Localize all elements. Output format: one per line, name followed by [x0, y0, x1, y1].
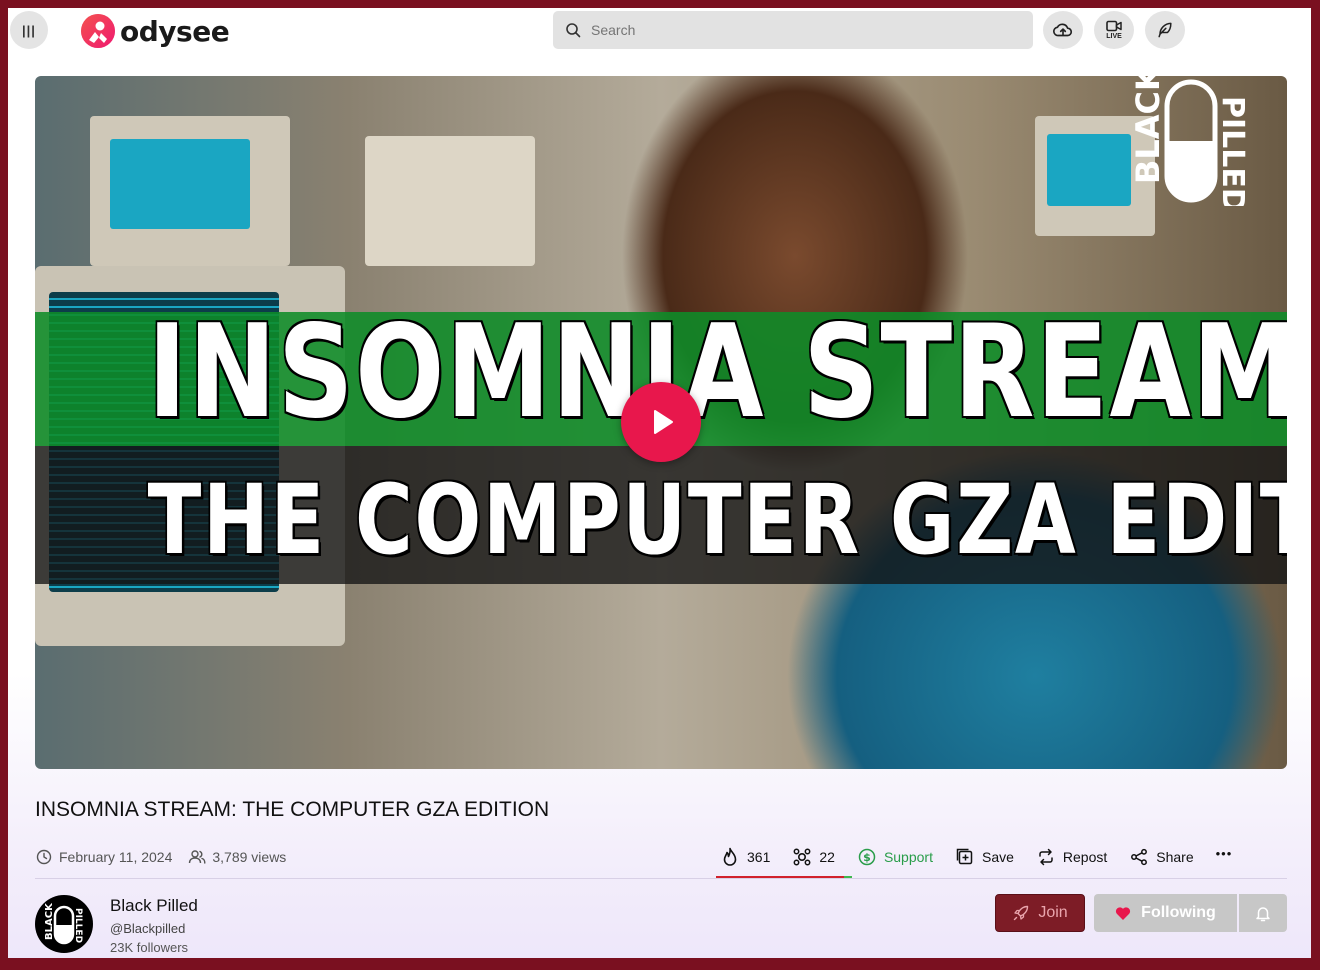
repost-label: Repost [1062, 849, 1108, 865]
view-count: 3,789 views [212, 849, 287, 865]
following-button[interactable]: Following [1094, 894, 1237, 932]
video-player[interactable]: INSOMNIA STREAM THE COMPUTER GZA EDITION… [35, 76, 1287, 769]
dollar-circle-icon: $ [857, 847, 877, 867]
share-icon [1129, 847, 1149, 867]
watermark-left-text: BLACK [1129, 76, 1167, 184]
logo-text: odysee [120, 14, 230, 48]
upload-button[interactable] [1043, 11, 1083, 49]
share-button[interactable]: Share [1129, 847, 1194, 867]
bell-icon [1256, 906, 1270, 921]
upload-cloud-icon [1053, 23, 1073, 37]
background-monitor [90, 116, 290, 266]
publish-post-button[interactable] [1145, 11, 1185, 49]
fire-count: 361 [747, 849, 771, 865]
join-button[interactable]: Join [995, 894, 1085, 932]
publish-date: February 11, 2024 [59, 849, 173, 865]
background-monitor [365, 136, 535, 266]
search-bar[interactable] [553, 11, 1033, 49]
clock-icon [35, 848, 53, 866]
black-pilled-avatar-icon: BLACK PILLED [44, 902, 83, 945]
video-camera-icon [1106, 20, 1122, 32]
repost-icon [1036, 847, 1056, 867]
join-label: Join [1038, 904, 1068, 921]
odysee-logo[interactable]: odysee [80, 11, 230, 51]
app-frame: ||| odysee LIVE [8, 8, 1311, 958]
avatar-right-text: PILLED [73, 908, 83, 943]
slime-icon [792, 847, 812, 867]
search-input[interactable] [589, 21, 1013, 39]
action-bar: 361 22 $ Support Save Repost Share ••• [720, 846, 1232, 868]
repost-button[interactable]: Repost [1036, 847, 1107, 867]
more-options-icon: ••• [1215, 845, 1233, 861]
add-to-playlist-icon [955, 847, 975, 867]
thumbnail-title-line2: THE COMPUTER GZA EDITION [147, 464, 1287, 576]
fire-reaction-button[interactable]: 361 [720, 847, 770, 867]
svg-text:$: $ [863, 851, 871, 864]
slime-reaction-button[interactable]: 22 [792, 847, 835, 867]
divider [35, 878, 1287, 879]
fire-icon [720, 847, 740, 867]
more-options-button[interactable]: ••• [1216, 846, 1233, 865]
watermark-right-text: PILLED [1215, 96, 1250, 206]
slime-count: 22 [819, 849, 835, 865]
support-label: Support [883, 849, 933, 865]
play-button[interactable] [621, 382, 701, 462]
channel-avatar[interactable]: BLACK PILLED [35, 895, 93, 953]
feather-pen-icon [1158, 22, 1172, 38]
share-label: Share [1156, 849, 1194, 865]
following-label: Following [1141, 904, 1216, 921]
heart-icon [1115, 906, 1131, 921]
black-pilled-watermark: BLACK PILLED [1129, 76, 1250, 206]
live-label: LIVE [1106, 33, 1122, 40]
save-label: Save [981, 849, 1014, 865]
video-meta: February 11, 2024 3,789 views [35, 848, 302, 866]
support-button[interactable]: $ Support [857, 847, 933, 867]
menu-button[interactable]: ||| [10, 11, 48, 49]
menu-icon: ||| [22, 22, 36, 38]
save-button[interactable]: Save [955, 847, 1014, 867]
users-icon [188, 848, 206, 866]
notifications-button[interactable] [1239, 894, 1287, 932]
play-icon [654, 410, 673, 434]
odysee-logo-icon [81, 14, 115, 48]
search-icon [563, 20, 583, 40]
video-title: INSOMNIA STREAM: THE COMPUTER GZA EDITIO… [35, 798, 550, 821]
channel-name[interactable]: Black Pilled [110, 896, 198, 916]
avatar-left-text: BLACK [44, 902, 55, 940]
rocket-icon [1012, 904, 1030, 922]
channel-handle[interactable]: @Blackpilled [110, 921, 185, 936]
go-live-button[interactable]: LIVE [1094, 11, 1134, 49]
channel-followers: 23K followers [110, 940, 189, 955]
